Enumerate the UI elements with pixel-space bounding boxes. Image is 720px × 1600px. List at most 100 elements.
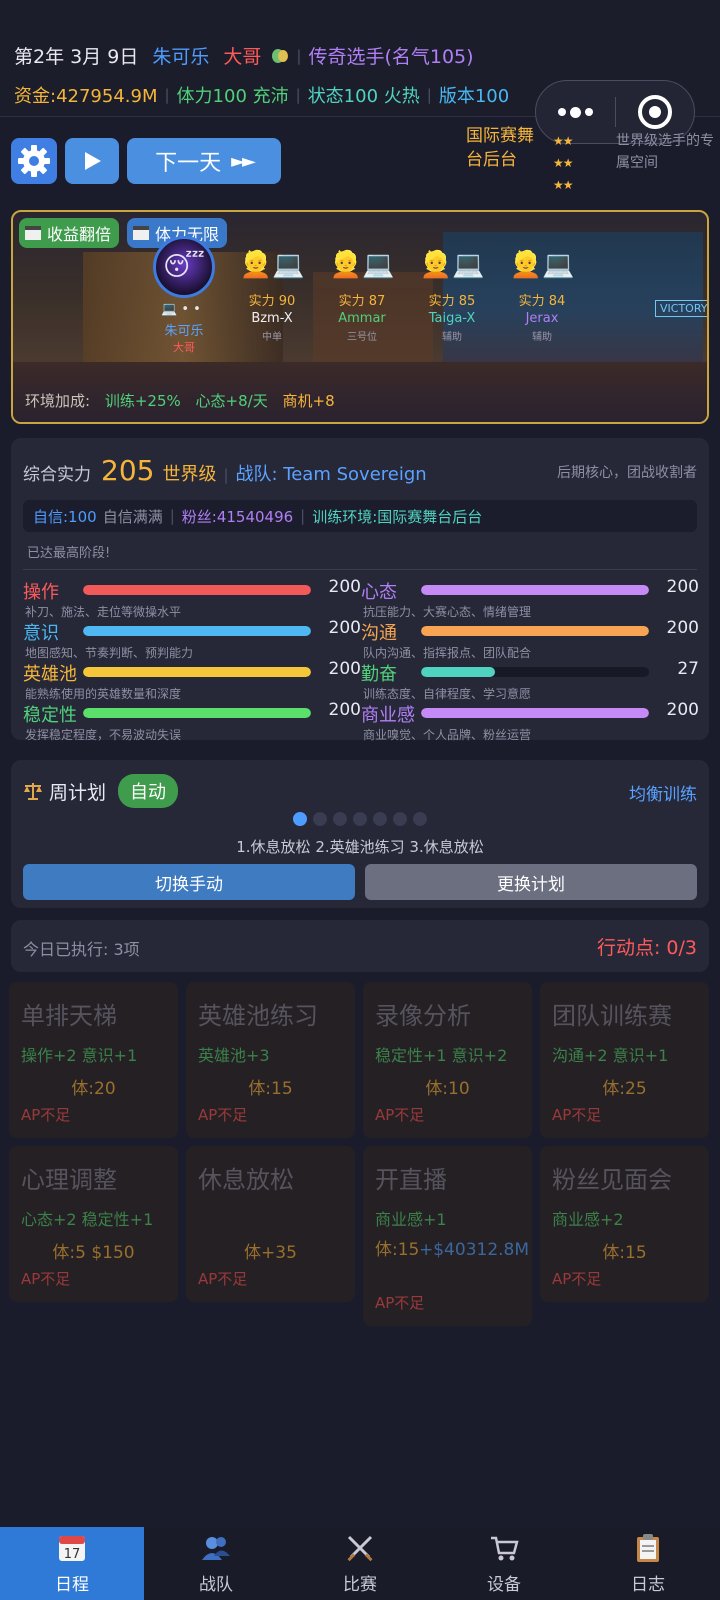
action-effect: 操作+2 意识+1 xyxy=(21,1046,138,1065)
team-name[interactable]: 战队: Team Sovereign xyxy=(236,460,427,486)
action-card-livestream[interactable]: 开直播 商业感+1 体:15 +$40312.8M AP不足 xyxy=(363,1146,532,1326)
star-rating-row: ★★ xyxy=(553,134,573,148)
stat-row: 商业感 200 商业嗅觉、个人品牌、粉丝运营 xyxy=(361,700,699,743)
stat-bar xyxy=(421,667,649,677)
stat-bar-fill xyxy=(421,626,649,636)
venue-description: 世界级选手的专属空间 xyxy=(616,133,714,171)
more-menu-button[interactable] xyxy=(536,81,615,143)
stat-row: 稳定性 200 发挥稳定程度，不易波动失误 xyxy=(23,700,361,743)
separator: | xyxy=(169,507,175,525)
switch-manual-button[interactable]: 切换手动 xyxy=(23,864,355,900)
state-value: 状态100 火热 xyxy=(307,86,420,107)
teammate-at-laptop-icon: 👱💻 xyxy=(239,250,305,280)
action-card-fan-meeting[interactable]: 粉丝见面会 商业感+2 体:15 AP不足 xyxy=(540,1146,709,1302)
crossed-swords-icon xyxy=(347,1535,373,1562)
clapperboard-icon xyxy=(25,226,41,240)
clipboard-icon xyxy=(637,1534,659,1562)
stat-name: 心态 xyxy=(361,582,397,603)
player-name[interactable]: 朱可乐 xyxy=(152,42,209,69)
teammate-role: 三号位 xyxy=(347,332,377,343)
stat-name: 商业感 xyxy=(361,705,415,726)
play-button[interactable] xyxy=(65,138,119,184)
player-avatar: 😴 xyxy=(153,236,215,298)
nav-equipment[interactable]: 设备 xyxy=(432,1527,576,1600)
stat-value: 200 xyxy=(328,577,361,597)
teammate-card[interactable]: 👱💻 实力 90 Bzm-X 中单 xyxy=(229,250,315,343)
action-effect: 商业感+2 xyxy=(552,1210,624,1229)
teammate-card[interactable]: 👱💻 实力 87 Ammar 三号位 xyxy=(319,250,405,343)
stat-bar-fill xyxy=(83,667,311,677)
action-status: AP不足 xyxy=(375,1106,425,1124)
stat-description: 补刀、施法、走位等微操水平 xyxy=(25,605,182,619)
auto-mode-badge[interactable]: 自动 xyxy=(118,774,179,808)
stat-description: 队内沟通、指挥报点、团队配合 xyxy=(363,646,532,660)
teammate-name: Taiga-X xyxy=(428,311,476,326)
nav-match[interactable]: 比赛 xyxy=(288,1527,432,1600)
gear-icon xyxy=(18,145,50,177)
divider xyxy=(23,569,697,570)
power-grade: 世界级 xyxy=(162,464,217,485)
teammate-card[interactable]: 👱💻 实力 84 Jerax 辅助 xyxy=(499,250,585,343)
stat-row: 心态 200 抗压能力、大赛心态、情绪管理 xyxy=(361,577,699,620)
action-card-mental[interactable]: 心理调整 心态+2 稳定性+1 体:5 $150 AP不足 xyxy=(9,1146,178,1302)
plan-strategy[interactable]: 均衡训练 xyxy=(629,780,697,805)
separator: | xyxy=(296,46,302,65)
teammate-role: 中单 xyxy=(262,332,282,343)
action-cost: 体:25 xyxy=(602,1079,647,1099)
double-income-tag[interactable]: 收益翻倍 xyxy=(19,218,120,248)
nav-label: 日程 xyxy=(55,1575,89,1595)
self-player[interactable]: 😴 💻 • • 朱可乐 大哥 xyxy=(149,236,219,355)
player-role: 大哥 xyxy=(223,46,262,68)
target-icon xyxy=(637,95,672,129)
action-card-rest[interactable]: 休息放松 体+35 AP不足 xyxy=(186,1146,355,1302)
action-status: AP不足 xyxy=(552,1270,602,1288)
venue-name: 国际赛舞台后台 xyxy=(466,126,534,170)
today-status: 今日已执行: 3项 行动点: 0/3 xyxy=(11,920,709,972)
self-name: 朱可乐 xyxy=(164,324,204,339)
separator: | xyxy=(164,86,170,104)
stat-name: 意识 xyxy=(23,623,59,644)
nav-label: 日志 xyxy=(631,1575,665,1595)
action-status: AP不足 xyxy=(198,1106,248,1124)
pager-dot[interactable] xyxy=(393,812,407,826)
pager-dot[interactable] xyxy=(313,812,327,826)
change-plan-button[interactable]: 更换计划 xyxy=(365,864,697,900)
next-day-button[interactable]: 下一天 ►► xyxy=(127,138,281,184)
action-title: 录像分析 xyxy=(375,1002,471,1030)
svg-text:17: 17 xyxy=(64,1547,81,1562)
nav-team[interactable]: 战队 xyxy=(144,1527,288,1600)
role-description: 后期核心，团战收割者 xyxy=(557,465,697,481)
stat-name: 英雄池 xyxy=(23,664,77,685)
action-status: AP不足 xyxy=(21,1106,71,1124)
teammate-at-laptop-icon: 👱💻 xyxy=(509,250,575,280)
pager-dot[interactable] xyxy=(373,812,387,826)
plan-pager xyxy=(293,812,427,826)
stat-row: 操作 200 补刀、施法、走位等微操水平 xyxy=(23,577,361,620)
action-card-scrim[interactable]: 团队训练赛 沟通+2 意识+1 体:25 AP不足 xyxy=(540,982,709,1138)
stat-bar xyxy=(83,585,311,595)
balance-scale-icon xyxy=(24,783,42,800)
nav-schedule[interactable]: 17 日程 xyxy=(0,1527,144,1600)
weekly-plan-panel: 周计划 自动 均衡训练 1.休息放松 2.英雄池练习 3.休息放松 切换手动 更… xyxy=(11,760,709,908)
pager-dot[interactable] xyxy=(293,812,307,826)
teammate-power: 实力 87 xyxy=(338,294,386,309)
self-role: 大哥 xyxy=(173,341,195,354)
tag-label: 收益翻倍 xyxy=(47,225,112,244)
pager-dot[interactable] xyxy=(413,812,427,826)
settings-button[interactable] xyxy=(11,138,57,184)
action-card-ranked[interactable]: 单排天梯 操作+2 意识+1 体:20 AP不足 xyxy=(9,982,178,1138)
stat-value: 200 xyxy=(328,618,361,638)
star-rating-row: ★★ xyxy=(553,156,573,170)
teammate-card[interactable]: 👱💻 实力 85 Taiga-X 辅助 xyxy=(409,250,495,343)
nav-log[interactable]: 日志 xyxy=(576,1527,720,1600)
pager-dot[interactable] xyxy=(353,812,367,826)
pager-dot[interactable] xyxy=(333,812,347,826)
stat-bar-fill xyxy=(421,708,649,718)
player-stats-panel: 综合实力 205 世界级 | 战队: Team Sovereign 后期核心，团… xyxy=(11,438,709,743)
action-card-hero-pool[interactable]: 英雄池练习 英雄池+3 体:15 AP不足 xyxy=(186,982,355,1138)
teammate-power: 实力 90 xyxy=(248,294,296,309)
player-info-bar: 自信:100 自信满满 | 粉丝:41540496 | 训练环境:国际赛舞台后台 xyxy=(23,500,697,532)
action-cost: 体:20 xyxy=(71,1079,116,1099)
action-card-replay[interactable]: 录像分析 稳定性+1 意识+2 体:10 AP不足 xyxy=(363,982,532,1138)
stat-bar-fill xyxy=(83,626,311,636)
